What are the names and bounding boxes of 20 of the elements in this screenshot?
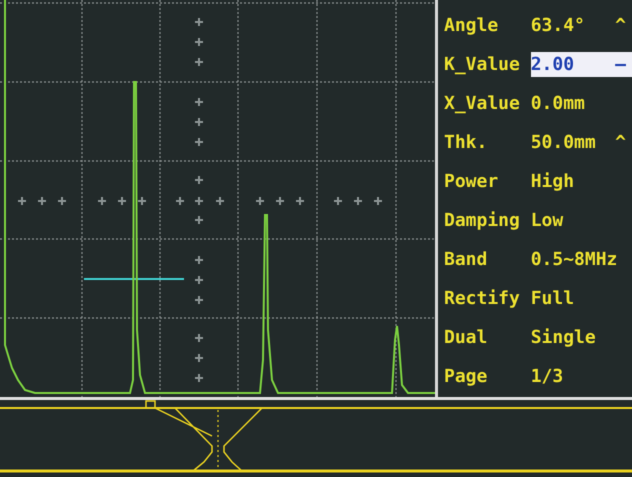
parameter-value-field[interactable]: Single (530, 325, 632, 350)
parameter-value-field[interactable]: Low (530, 208, 632, 233)
parameter-value-field[interactable]: High (530, 169, 632, 194)
parameter-label: Page (444, 366, 488, 387)
parameter-label: Power (444, 171, 500, 192)
parameter-value-field[interactable]: 1/3 (530, 364, 632, 389)
parameter-label: Angle (444, 15, 500, 36)
parameter-label: Band (444, 249, 488, 270)
parameter-value-field[interactable]: 0.5~8MHz (530, 247, 632, 272)
parameter-value-field[interactable]: Full (530, 286, 632, 311)
parameter-value-field[interactable]: 2.00 – (530, 52, 632, 77)
parameter-label: Damping (444, 210, 521, 231)
parameter-value-field[interactable]: 0.0mm (530, 91, 632, 116)
parameter-label: Rectify (444, 288, 521, 309)
parameter-label: X_Value (444, 93, 521, 114)
parameter-value-field[interactable]: 50.0mm ^ (530, 130, 632, 155)
parameter-label: Dual (444, 327, 488, 348)
parameter-label: Thk. (444, 132, 488, 153)
parameter-value-field[interactable]: 63.4° ^ (530, 13, 632, 38)
parameter-label: K_Value (444, 54, 521, 75)
